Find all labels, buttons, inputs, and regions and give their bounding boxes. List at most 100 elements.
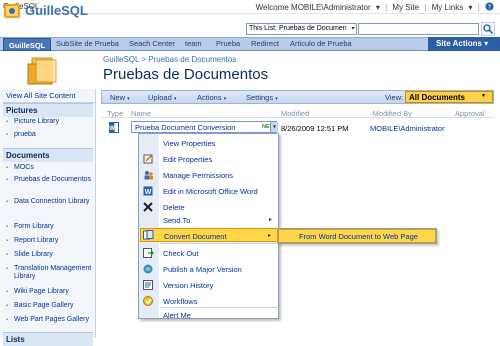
chevron-down-icon: ▾ [127, 96, 130, 102]
menu-item-delete[interactable]: Delete [140, 200, 278, 214]
quick-launch: View All Site Content Pictures Picture L… [0, 89, 96, 346]
document-library-icon [26, 56, 60, 86]
nav-tab-prueba[interactable]: Prueba [216, 39, 240, 48]
settings-menu-label: Settings [246, 93, 274, 102]
menu-item-alert-me[interactable]: Alert Me [140, 308, 278, 322]
menu-item-edit-in-word[interactable]: Edit in Microsoft Office Word [140, 184, 278, 198]
nav-item-picture-library[interactable]: Picture Library [6, 118, 92, 126]
welcome-chevron-down-icon[interactable]: ▾ [376, 3, 380, 12]
view-label: View: [385, 93, 404, 102]
my-links-chevron-down-icon[interactable]: ▾ [468, 3, 472, 12]
site-logo-icon [3, 2, 21, 19]
check-out-icon [143, 248, 154, 258]
nav-item-report-library[interactable]: Report Library [6, 237, 92, 245]
svg-text:W: W [145, 189, 152, 196]
workflows-icon [143, 296, 154, 306]
settings-menu[interactable]: Settings ▾ [246, 93, 278, 102]
nav-item-mocs[interactable]: MOCs [6, 164, 92, 172]
svg-text:W: W [109, 126, 115, 132]
item-menu-chevron-down-icon[interactable]: ▾ [270, 122, 278, 132]
menu-item-version-history[interactable]: Version History [140, 278, 278, 292]
submenu-item-word-to-web-page[interactable]: From Word Document to Web Page [278, 229, 436, 243]
new-menu-label: New [110, 93, 126, 102]
publish-icon [143, 264, 154, 274]
site-actions-label: Site Actions [436, 39, 482, 48]
separator: | [385, 3, 388, 12]
breadcrumb[interactable]: GuilleSQL > Pruebas de Documentos [103, 55, 236, 64]
convert-document-icon [143, 230, 154, 240]
separator: | [477, 3, 480, 12]
menu-item-workflows[interactable]: Workflows [140, 294, 278, 308]
menu-item-publish-major-version[interactable]: Publish a Major Version [140, 262, 278, 276]
nav-item-web-part-pages-gallery[interactable]: Web Part Pages Gallery [6, 316, 92, 324]
my-site-link[interactable]: My Site [392, 3, 419, 12]
top-links: Welcome MOBILE\Administrator ▾ | My Site… [253, 2, 494, 12]
nav-item-prueba[interactable]: prueba [6, 131, 92, 139]
menu-item-view-properties[interactable]: View Properties [140, 136, 278, 150]
column-type[interactable]: Type [107, 109, 123, 118]
delete-icon [143, 202, 154, 212]
page-title: Pruebas de Documentos [103, 66, 269, 83]
nav-tab-redirect[interactable]: Redirect [251, 39, 279, 48]
nav-item-slide-library[interactable]: Slide Library [6, 251, 92, 259]
upload-menu[interactable]: Upload ▾ [148, 93, 176, 102]
welcome-menu[interactable]: Welcome MOBILE\Administrator [256, 3, 371, 12]
column-name[interactable]: Name [131, 109, 151, 118]
search-scope-select[interactable]: This List: Pruebas de Documen [246, 23, 357, 35]
nav-tab-search-center[interactable]: Seach Center [129, 39, 175, 48]
chevron-down-icon: ▾ [223, 96, 227, 102]
nav-tab-subsite[interactable]: SubSite de Prueba [56, 39, 119, 48]
nav-tab-guillesql[interactable]: GuilleSQL [3, 38, 52, 51]
nav-item-wiki-page-library[interactable]: Wiki Page Library [6, 288, 92, 296]
actions-menu[interactable]: Actions ▾ [197, 93, 226, 102]
document-name-link[interactable]: Prueba Document Conversion [131, 121, 277, 133]
submenu-arrow-icon: ▸ [267, 233, 271, 239]
search-scope-chevron-down-icon[interactable]: ▾ [349, 24, 357, 34]
my-links-menu[interactable]: My Links [432, 3, 464, 12]
menu-separator [160, 243, 277, 244]
submenu-arrow-icon: ▸ [268, 217, 272, 223]
nav-item-form-library[interactable]: Form Library [6, 223, 92, 231]
word-document-icon[interactable]: W [109, 122, 119, 133]
menu-item-check-out[interactable]: Check Out [140, 246, 278, 260]
site-actions-menu[interactable]: Site Actions ▾ [428, 37, 500, 51]
view-all-site-content-link[interactable]: View All Site Content [3, 89, 95, 103]
site-title[interactable]: GuilleSQL [25, 3, 88, 18]
nav-tab-articulo[interactable]: Articulo de Prueba [290, 39, 352, 48]
view-select[interactable]: All Documents [405, 91, 493, 103]
modified-value: 8/26/2009 12:51 PM [281, 124, 349, 133]
chevron-down-icon: ▾ [173, 96, 177, 102]
separator: | [424, 3, 427, 12]
search-button[interactable] [481, 22, 495, 36]
column-modified-by[interactable]: ◦Modified By [370, 109, 412, 118]
menu-item-manage-permissions[interactable]: Manage Permissions [140, 168, 278, 182]
section-documents[interactable]: Documents [3, 148, 93, 162]
nav-item-translation-management-library[interactable]: Translation Management Library [6, 265, 92, 281]
nav-item-data-connection-library[interactable]: Data Connection Library [6, 198, 92, 206]
actions-menu-label: Actions [197, 93, 222, 102]
nav-item-pruebas-de-documentos[interactable]: Pruebas de Documentos [6, 176, 92, 184]
modified-by-link[interactable]: MOBILE\Administrator [370, 124, 445, 133]
new-menu[interactable]: New ▾ [110, 93, 130, 102]
menu-item-edit-properties[interactable]: Edit Properties [140, 152, 278, 166]
menu-item-send-to[interactable]: Send To ▸ [140, 213, 278, 227]
svg-text:?: ? [488, 4, 492, 11]
version-history-icon [143, 280, 154, 290]
view-chevron-down-icon[interactable]: ▾ [482, 92, 485, 99]
menu-item-convert-document[interactable]: Convert Document ▸ [140, 228, 278, 242]
chevron-down-icon: ▾ [275, 96, 278, 102]
nav-item-basic-page-gallery[interactable]: Basic Page Gallery [6, 302, 92, 310]
column-modified[interactable]: Modified [281, 109, 309, 118]
site-actions-chevron-down-icon: ▾ [484, 39, 489, 48]
nav-tab-team[interactable]: team [185, 39, 202, 48]
edit-properties-icon [143, 154, 154, 164]
section-pictures[interactable]: Pictures [3, 103, 93, 117]
permissions-icon [143, 170, 154, 180]
help-icon[interactable]: ? [485, 2, 494, 12]
search-icon [483, 24, 494, 35]
column-approval[interactable]: Approval [455, 109, 485, 118]
section-lists[interactable]: Lists [3, 332, 93, 346]
search-input[interactable] [358, 23, 479, 35]
word-icon: W [143, 186, 154, 196]
upload-menu-label: Upload [148, 93, 172, 102]
